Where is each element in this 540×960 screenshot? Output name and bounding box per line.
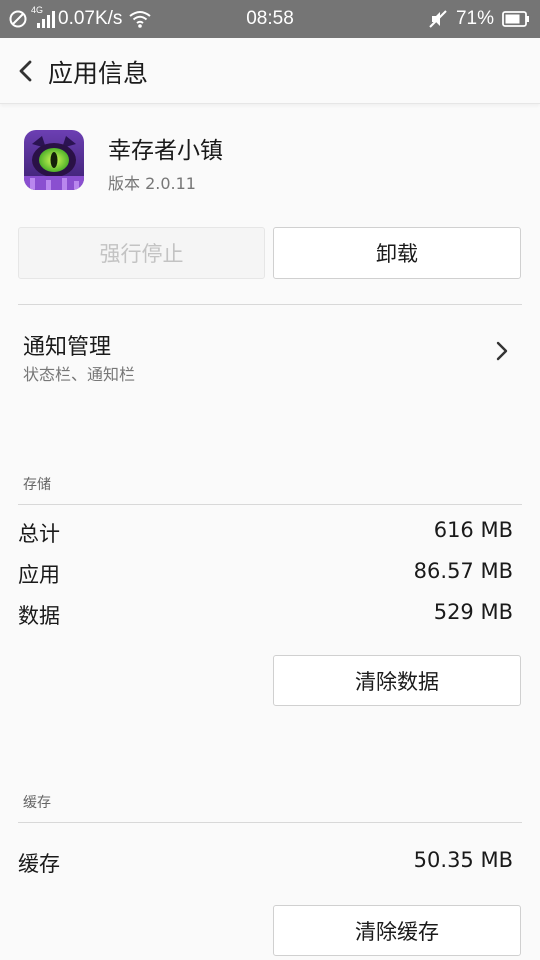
status-bar-right: 71%: [428, 7, 530, 31]
chevron-right-icon: [496, 341, 508, 361]
status-bar: 4G 0.07K/s 08:58 71%: [0, 0, 540, 38]
notification-title: 通知管理: [23, 335, 112, 360]
storage-total-value: 616 MB: [433, 518, 513, 542]
uninstall-button[interactable]: 卸载: [273, 227, 521, 279]
clear-cache-button[interactable]: 清除缓存: [273, 905, 521, 956]
force-stop-button[interactable]: 强行停止: [18, 227, 265, 279]
storage-app-label: 应用: [18, 563, 60, 587]
storage-data-label: 数据: [18, 604, 60, 628]
chevron-left-icon: [19, 60, 32, 82]
notification-subtitle: 状态栏、通知栏: [23, 365, 136, 384]
battery-percent: 71%: [455, 8, 494, 29]
app-header: 应用信息: [0, 38, 540, 104]
app-version: 版本 2.0.11: [108, 174, 196, 193]
cache-section-title: 缓存: [23, 795, 51, 811]
battery-icon: [502, 10, 530, 28]
storage-data-value: 529 MB: [433, 600, 513, 624]
storage-section-title: 存储: [23, 477, 51, 493]
app-name: 幸存者小镇: [108, 138, 223, 164]
page-title: 应用信息: [48, 59, 149, 88]
clear-data-button[interactable]: 清除数据: [273, 655, 521, 706]
mute-icon: [428, 9, 448, 29]
cache-value: 50.35 MB: [413, 848, 513, 872]
storage-total-label: 总计: [18, 522, 60, 546]
notification-settings-row[interactable]: 通知管理 状态栏、通知栏: [0, 305, 540, 400]
app-icon: [24, 130, 84, 190]
storage-app-value: 86.57 MB: [413, 559, 513, 583]
divider: [18, 504, 522, 505]
divider: [18, 822, 522, 823]
cache-label: 缓存: [18, 852, 60, 876]
back-button[interactable]: [10, 54, 42, 88]
